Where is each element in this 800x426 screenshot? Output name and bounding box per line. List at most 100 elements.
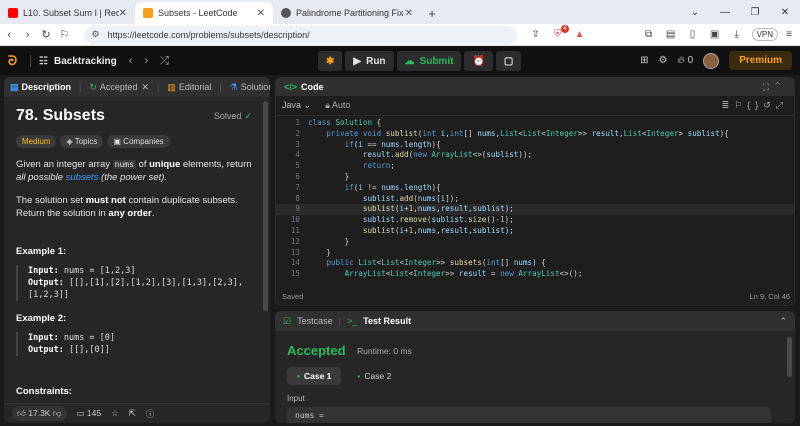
close-icon[interactable]: ✕ xyxy=(141,82,149,93)
close-tab-icon[interactable]: ✕ xyxy=(119,8,127,19)
code-token: subsets xyxy=(449,258,482,268)
tab-description[interactable]: ▤ Description xyxy=(10,82,71,93)
run-button[interactable]: ▶ Run xyxy=(345,51,394,71)
puzzle-icon[interactable]: ⧉ xyxy=(641,28,657,42)
scrollbar[interactable] xyxy=(263,101,268,311)
new-tab-button[interactable]: + xyxy=(421,2,443,24)
tab-test-result[interactable]: Test Result xyxy=(363,316,411,326)
browser-tab[interactable]: L10. Subset Sum I | Recursion | C++ ✕ xyxy=(0,2,135,24)
next-problem-icon[interactable]: › xyxy=(144,55,148,67)
fullscreen-icon[interactable]: ⤢ xyxy=(776,100,788,110)
minimize-icon[interactable]: — xyxy=(710,7,740,18)
code-token: int xyxy=(449,128,464,138)
reload-icon[interactable]: ↻ xyxy=(37,28,55,41)
close-window-icon[interactable]: ✕ xyxy=(770,7,800,18)
avatar[interactable] xyxy=(703,52,720,69)
verdict: Accepted xyxy=(287,343,346,358)
notes-button[interactable]: ▢ xyxy=(495,51,522,71)
auto-mode[interactable]: 🔒︎ Auto xyxy=(325,100,350,111)
code-token: } xyxy=(308,171,350,181)
code-line[interactable]: 8 sublist.add(nums[i]); xyxy=(276,194,794,205)
sidebar-icon[interactable]: ▯ xyxy=(685,28,701,42)
thumbs-down-icon[interactable]: 👎︎ xyxy=(53,408,62,418)
reset-icon[interactable]: ↺ xyxy=(763,100,776,110)
tab-solutions[interactable]: ⚗Solutions xyxy=(230,82,270,93)
code-line[interactable]: 4 result.add(new ArrayList<>(sublist)); xyxy=(276,150,794,161)
back-icon[interactable]: ‹ xyxy=(0,29,18,41)
tab-accepted[interactable]: ↻ Accepted ✕ xyxy=(89,82,149,93)
code-editor[interactable]: 1 class Solution {2 private void sublist(… xyxy=(276,118,794,286)
language-select[interactable]: Java ⌄ xyxy=(282,100,311,111)
menu-icon[interactable]: ≡ xyxy=(781,28,797,42)
fire-icon: 🔥︎ xyxy=(677,55,685,66)
download-icon[interactable]: ⤓ xyxy=(729,28,745,42)
debug-button[interactable]: ✱ xyxy=(318,51,343,71)
tab-editorial[interactable]: ▥ Editorial xyxy=(167,82,211,93)
help-icon[interactable]: ⓘ xyxy=(146,408,155,420)
code-line[interactable]: 9 sublist(i+1,nums,result,sublist); xyxy=(276,204,794,216)
braces-icon[interactable]: {} xyxy=(747,100,763,110)
maximize-panel-icon[interactable]: ⛶ xyxy=(763,82,775,92)
share-icon[interactable]: ⇪ xyxy=(528,28,544,42)
collapse-icon[interactable]: ⌃ xyxy=(779,316,787,327)
bookmark-icon[interactable]: ⚐ xyxy=(734,100,747,110)
premium-button[interactable]: Premium xyxy=(729,51,792,70)
settings-icon[interactable]: ⚙ xyxy=(659,55,668,66)
case-tab-2[interactable]: • Case 2 xyxy=(347,367,401,385)
prev-problem-icon[interactable]: ‹ xyxy=(129,55,133,67)
code-token: } xyxy=(308,236,350,246)
forward-icon[interactable]: › xyxy=(18,29,36,41)
tab-search-icon[interactable]: ⌄ xyxy=(680,7,710,18)
companies-tag[interactable]: ▣ Companies xyxy=(107,135,170,148)
format-icon[interactable]: ≣ xyxy=(722,100,735,110)
wallet-icon[interactable]: ▣ xyxy=(707,28,723,42)
subsets-link[interactable]: subsets xyxy=(66,172,99,183)
code-line[interactable]: 3 if(i == nums.length){ xyxy=(276,140,794,151)
leetcode-logo-icon[interactable]: ᘒ xyxy=(8,54,22,68)
like-button[interactable]: 👍︎ 17.3K 👎︎ xyxy=(12,406,67,421)
code-line[interactable]: 12 } xyxy=(276,236,794,248)
tab-testcase[interactable]: Testcase xyxy=(297,316,333,326)
site-info-icon[interactable]: ⚙ xyxy=(92,29,100,40)
shield-icon[interactable]: ⛨ 4 xyxy=(550,24,569,42)
code-tab-label[interactable]: Code xyxy=(301,82,324,92)
collapse-icon[interactable]: ⌃ xyxy=(775,82,786,92)
output-label: Output: xyxy=(28,345,64,355)
output-value: [[],[0]] xyxy=(63,345,110,355)
submit-button[interactable]: ☁ Submit xyxy=(396,51,462,71)
problem-list-button[interactable]: ☷ Backtracking xyxy=(39,56,117,67)
code-line[interactable]: 1 class Solution { xyxy=(276,118,794,129)
timer-button[interactable]: ⏰ xyxy=(464,51,493,71)
comments-button[interactable]: ▭ 145 xyxy=(77,408,102,419)
desc-text: . xyxy=(151,208,155,219)
case-tab-1[interactable]: • Case 1 xyxy=(287,367,342,385)
close-tab-icon[interactable]: ✕ xyxy=(257,8,265,19)
url-field[interactable]: ⚙ https://leetcode.com/problems/subsets/… xyxy=(83,25,517,44)
maximize-icon[interactable]: ❐ xyxy=(740,7,770,18)
close-tab-icon[interactable]: ✕ xyxy=(405,8,413,19)
streak-counter[interactable]: 🔥︎ 0 xyxy=(678,55,694,66)
scrollbar[interactable] xyxy=(787,337,792,377)
code-line[interactable]: 7 if(i != nums.length){ xyxy=(276,183,794,194)
example-box: Input: nums = [0] Output: [[],[0]] xyxy=(16,332,258,356)
star-icon[interactable]: ☆ xyxy=(111,408,119,419)
code-line[interactable]: 15 ArrayList<List<Integer>> result = new… xyxy=(276,269,794,280)
alert-icon[interactable]: ▲ xyxy=(572,28,588,42)
code-line[interactable]: 14 public List<List<Integer>> subsets(in… xyxy=(276,258,794,269)
browser-tab[interactable]: Palindrome Partitioning Fix ✕ xyxy=(273,2,421,24)
shuffle-icon[interactable]: ⤮ xyxy=(160,55,169,68)
bookmark-icon[interactable]: ⚐ xyxy=(55,28,73,41)
share-icon[interactable]: ⇱ xyxy=(129,408,136,419)
vpn-button[interactable]: VPN xyxy=(751,28,779,41)
code-line[interactable]: 13 } xyxy=(276,248,794,259)
code-line[interactable]: 11 sublist(i+1,nums,result,sublist); xyxy=(276,226,794,237)
code-line[interactable]: 10 sublist.remove(sublist.size()-1); xyxy=(276,215,794,226)
layout-grid-icon[interactable]: ⊞ xyxy=(640,55,648,66)
browser-tab-active[interactable]: Subsets - LeetCode ✕ xyxy=(135,2,273,24)
code-line[interactable]: 6 } xyxy=(276,171,794,183)
divider xyxy=(30,55,31,67)
code-line[interactable]: 2 private void sublist(int i,int[] nums,… xyxy=(276,128,794,140)
code-line[interactable]: 5 return; xyxy=(276,161,794,172)
reading-list-icon[interactable]: ▤ xyxy=(663,28,679,42)
topics-tag[interactable]: ◈ Topics xyxy=(60,135,104,148)
